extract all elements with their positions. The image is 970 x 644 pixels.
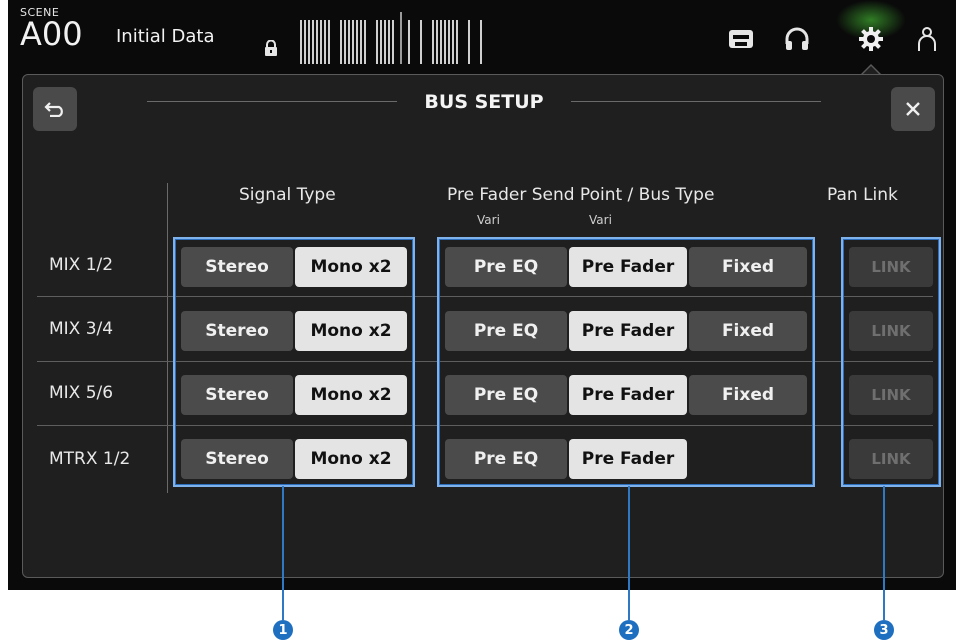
meter-segment (344, 20, 346, 64)
send-point-highlight (437, 237, 815, 487)
gear-icon[interactable] (856, 24, 886, 54)
meter-segment (308, 20, 310, 64)
meter-segment (340, 20, 342, 64)
scene-number[interactable]: A00 (20, 15, 83, 53)
callout-2: 2 (619, 620, 639, 640)
callout-line-1 (282, 486, 284, 620)
meter-segment (440, 20, 442, 64)
callout-line-2 (628, 486, 630, 620)
user-icon[interactable] (912, 24, 942, 54)
meter-segment (432, 20, 434, 64)
meter-segment (320, 20, 322, 64)
row-label-mix-1-2: MIX 1/2 (49, 255, 114, 275)
header-vari-1: Vari (477, 213, 500, 227)
meter-segment (324, 20, 326, 64)
meter-segment (436, 20, 438, 64)
meter-segment (352, 20, 354, 64)
row-label-mtrx-1-2: MTRX 1/2 (49, 449, 131, 469)
meter-segment (300, 20, 302, 64)
row-label-mix-5-6: MIX 5/6 (49, 383, 114, 403)
meter-segment (448, 20, 450, 64)
row-label-mix-3-4: MIX 3/4 (49, 319, 114, 339)
bus-setup-panel: BUS SETUP Signal Type Pre Fader Send Poi… (22, 74, 944, 578)
meter-segment (304, 20, 306, 64)
level-meter (300, 12, 674, 64)
meter-segment (376, 20, 378, 64)
meter-segment (348, 20, 350, 64)
top-bar: SCENE A00 Initial Data (8, 0, 956, 70)
lock-icon (265, 40, 277, 56)
callout-line-3 (883, 486, 885, 620)
column-divider (167, 183, 168, 493)
meter-segment (392, 20, 394, 64)
meter-segment (356, 20, 358, 64)
meter-segment (456, 20, 458, 64)
recorder-icon[interactable] (726, 24, 756, 54)
signal-type-highlight (173, 237, 415, 487)
panel-title: BUS SETUP (424, 91, 544, 113)
scene-name[interactable]: Initial Data (116, 26, 215, 47)
headphones-icon[interactable] (782, 24, 812, 54)
header-signal-type: Signal Type (239, 185, 336, 205)
header-pan-link: Pan Link (827, 185, 898, 205)
header-vari-2: Vari (589, 213, 612, 227)
meter-segment (316, 20, 318, 64)
meter-segment (444, 20, 446, 64)
meter-segment (360, 20, 362, 64)
header-send-point: Pre Fader Send Point / Bus Type (447, 185, 715, 205)
meter-segment (380, 20, 382, 64)
meter-segment (364, 20, 366, 64)
meter-spacer (400, 12, 402, 64)
meter-segment (388, 20, 390, 64)
meter-segment (468, 20, 470, 64)
meter-segment (452, 20, 454, 64)
meter-segment (420, 20, 422, 64)
meter-segment (408, 20, 410, 64)
pan-link-highlight (841, 237, 941, 487)
meter-segment (312, 20, 314, 64)
callout-3: 3 (874, 620, 894, 640)
meter-segment (328, 20, 330, 64)
device-screen: SCENE A00 Initial Data BUS SETUP Signal … (8, 0, 956, 590)
meter-segment (480, 20, 482, 64)
meter-segment (384, 20, 386, 64)
callout-1: 1 (273, 620, 293, 640)
